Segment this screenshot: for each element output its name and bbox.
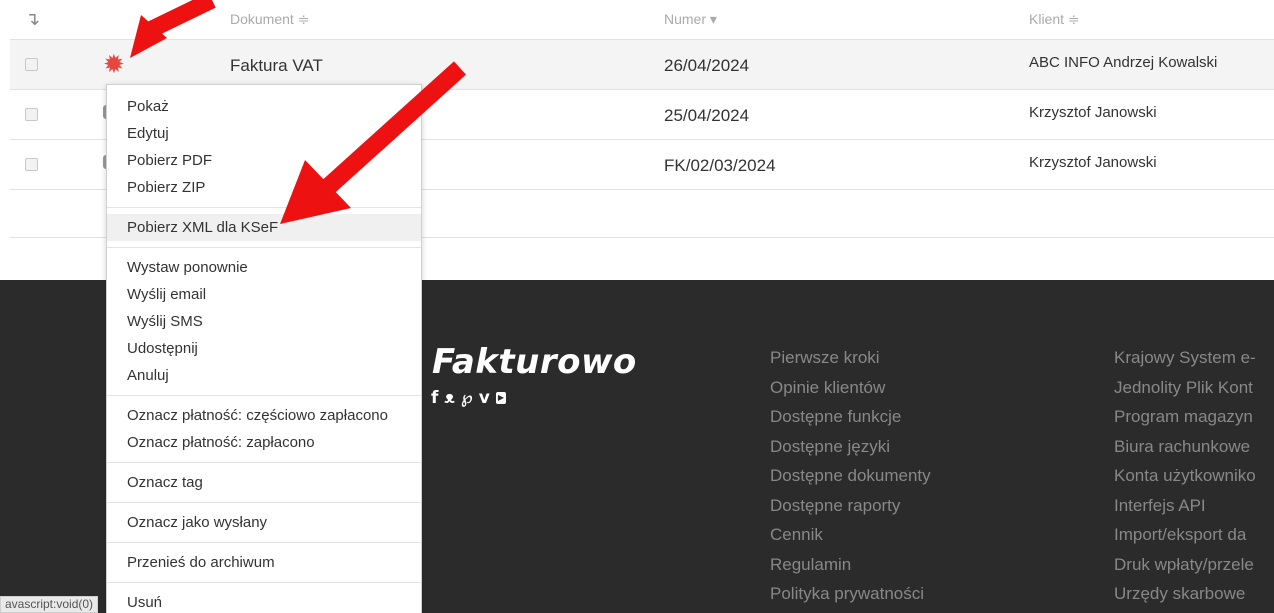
arrow-to-gear <box>130 0 216 58</box>
annotation-arrows <box>130 0 467 224</box>
arrow-to-ksef-item <box>280 61 467 224</box>
